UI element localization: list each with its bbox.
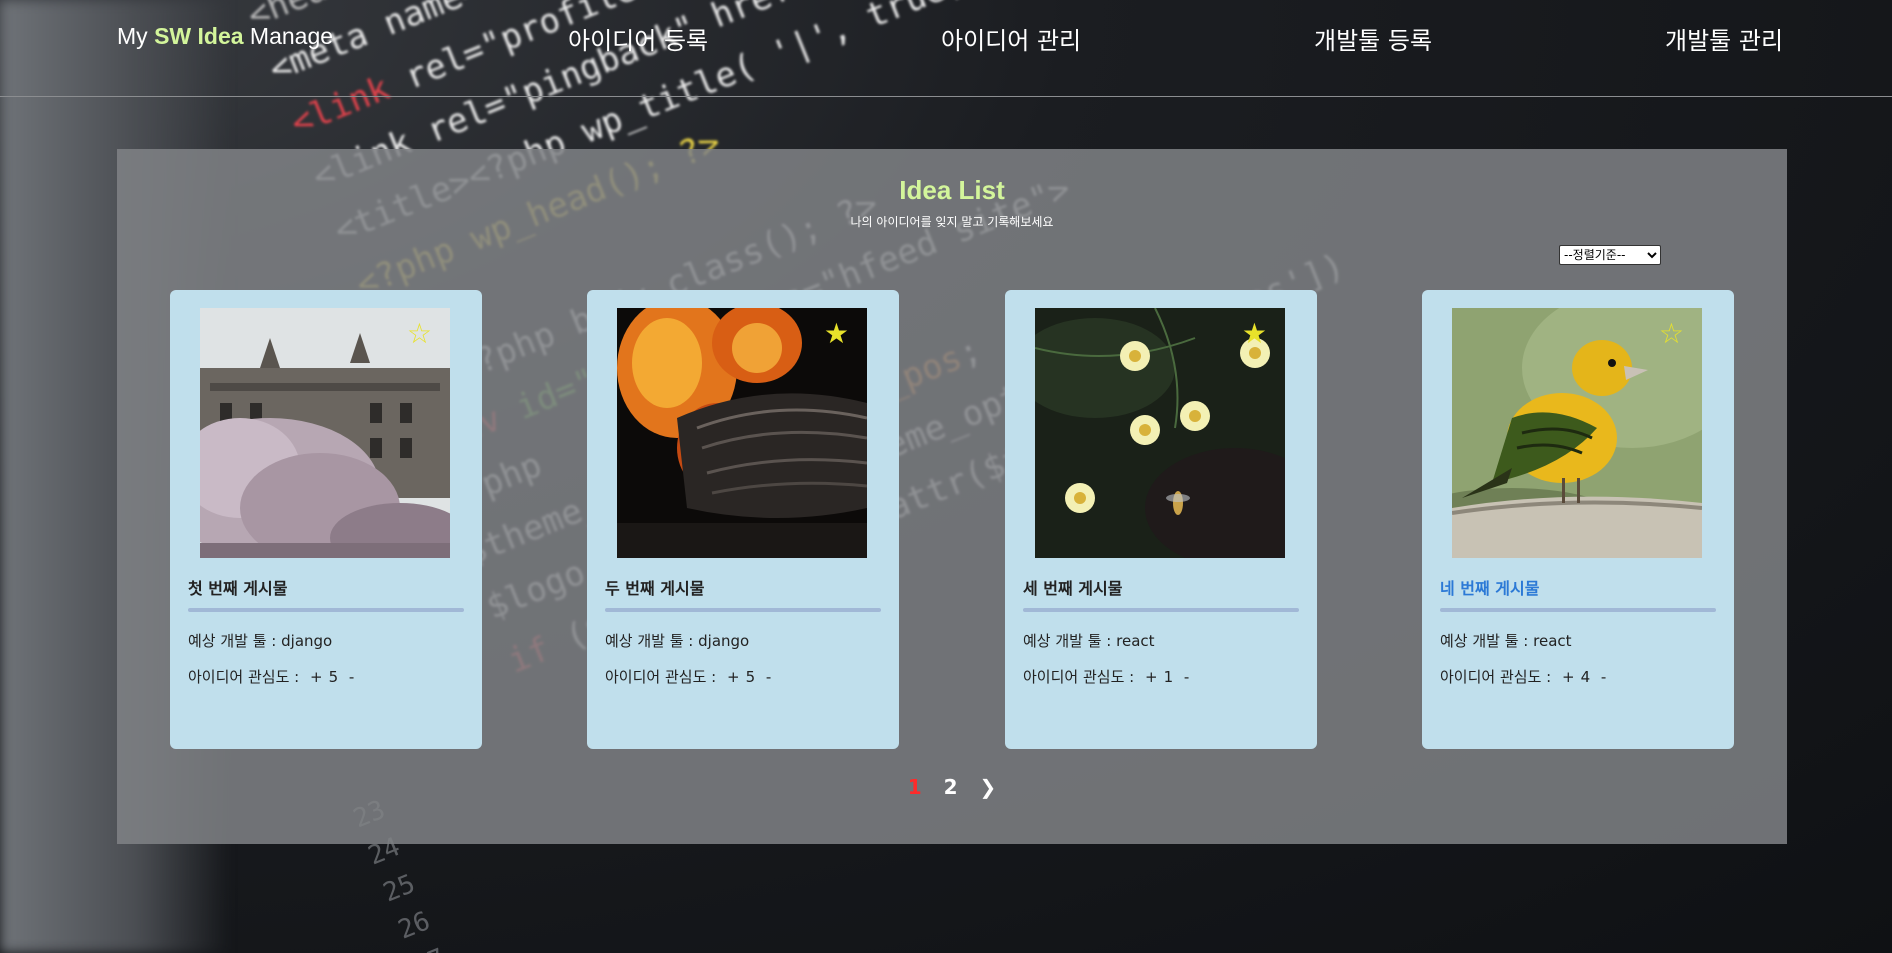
logo-prefix: My — [117, 23, 155, 49]
interest-label: 아이디어 관심도 : — [1440, 668, 1552, 686]
interest-plus-button[interactable]: + — [727, 668, 740, 686]
favorite-star-icon[interactable]: ☆ — [1659, 320, 1684, 348]
card-title[interactable]: 네 번째 게시물 — [1440, 575, 1539, 599]
nav-idea-register[interactable]: 아이디어 등록 — [568, 21, 708, 56]
card-title[interactable]: 두 번째 게시물 — [605, 575, 704, 599]
idea-card[interactable]: ☆ 첫 번째 게시물 예상 개발 툴 : django 아이디어 관심도 : +… — [170, 290, 482, 749]
interest-label: 아이디어 관심도 : — [188, 668, 300, 686]
card-image-castle[interactable]: ☆ — [200, 308, 450, 558]
interest-minus-button[interactable]: - — [1601, 668, 1606, 686]
logo-highlight: SW Idea — [154, 23, 244, 49]
card-tool: 예상 개발 툴 : django — [605, 632, 750, 650]
card-interest: 아이디어 관심도 : +4 - — [1440, 666, 1612, 687]
favorite-star-icon[interactable]: ★ — [1242, 320, 1267, 348]
pagination: 1 2 ❯ — [117, 775, 1787, 799]
site-logo[interactable]: My SW Idea Manage — [117, 23, 333, 50]
nav-tool-register[interactable]: 개발툴 등록 — [1314, 21, 1432, 56]
card-interest: 아이디어 관심도 : +1 - — [1023, 666, 1195, 687]
card-divider — [1440, 608, 1716, 612]
interest-value: 4 — [1580, 668, 1591, 686]
interest-value: 1 — [1163, 668, 1174, 686]
card-title[interactable]: 첫 번째 게시물 — [188, 575, 287, 599]
interest-plus-button[interactable]: + — [1562, 668, 1575, 686]
sort-select[interactable]: --정렬기준-- — [1559, 245, 1661, 265]
page-1-link[interactable]: 1 — [908, 775, 922, 799]
interest-value: 5 — [328, 668, 339, 686]
page-title: Idea List — [899, 175, 1005, 205]
next-page-icon[interactable]: ❯ — [980, 775, 997, 799]
favorite-star-icon[interactable]: ☆ — [407, 320, 432, 348]
card-tool: 예상 개발 툴 : react — [1023, 632, 1155, 650]
card-image-flowers[interactable]: ★ — [1035, 308, 1285, 558]
card-tool: 예상 개발 툴 : django — [188, 632, 333, 650]
card-title[interactable]: 세 번째 게시물 — [1023, 575, 1122, 599]
logo-suffix: Manage — [243, 23, 334, 49]
page-2-link[interactable]: 2 — [944, 775, 958, 799]
page-subtitle: 나의 아이디어를 잊지 말고 기록해보세요 — [850, 215, 1054, 229]
nav-tool-manage[interactable]: 개발툴 관리 — [1665, 21, 1783, 56]
favorite-star-icon[interactable]: ★ — [824, 320, 849, 348]
interest-plus-button[interactable]: + — [310, 668, 323, 686]
interest-minus-button[interactable]: - — [1184, 668, 1189, 686]
interest-minus-button[interactable]: - — [766, 668, 771, 686]
interest-label: 아이디어 관심도 : — [605, 668, 717, 686]
interest-label: 아이디어 관심도 : — [1023, 668, 1135, 686]
card-tool: 예상 개발 툴 : react — [1440, 632, 1572, 650]
idea-card[interactable]: ★ 두 번째 게시물 예상 개발 툴 : django 아이디어 관심도 : +… — [587, 290, 899, 749]
interest-value: 5 — [745, 668, 756, 686]
card-interest: 아이디어 관심도 : +5 - — [605, 666, 777, 687]
site-header: My SW Idea Manage 아이디어 등록 아이디어 관리 개발툴 등록… — [0, 0, 1892, 97]
card-image-bird[interactable]: ☆ — [1452, 308, 1702, 558]
idea-card[interactable]: ★ 세 번째 게시물 예상 개발 툴 : react 아이디어 관심도 : +1… — [1005, 290, 1317, 749]
nav-idea-manage[interactable]: 아이디어 관리 — [941, 21, 1081, 56]
card-image-fire[interactable]: ★ — [617, 308, 867, 558]
idea-list-panel: Idea List 나의 아이디어를 잊지 말고 기록해보세요 --정렬기준-- — [117, 149, 1787, 844]
card-divider — [188, 608, 464, 612]
card-divider — [605, 608, 881, 612]
idea-card[interactable]: ☆ 네 번째 게시물 예상 개발 툴 : react 아이디어 관심도 : +4… — [1422, 290, 1734, 749]
card-interest: 아이디어 관심도 : +5 - — [188, 666, 360, 687]
interest-plus-button[interactable]: + — [1145, 668, 1158, 686]
interest-minus-button[interactable]: - — [349, 668, 354, 686]
card-divider — [1023, 608, 1299, 612]
